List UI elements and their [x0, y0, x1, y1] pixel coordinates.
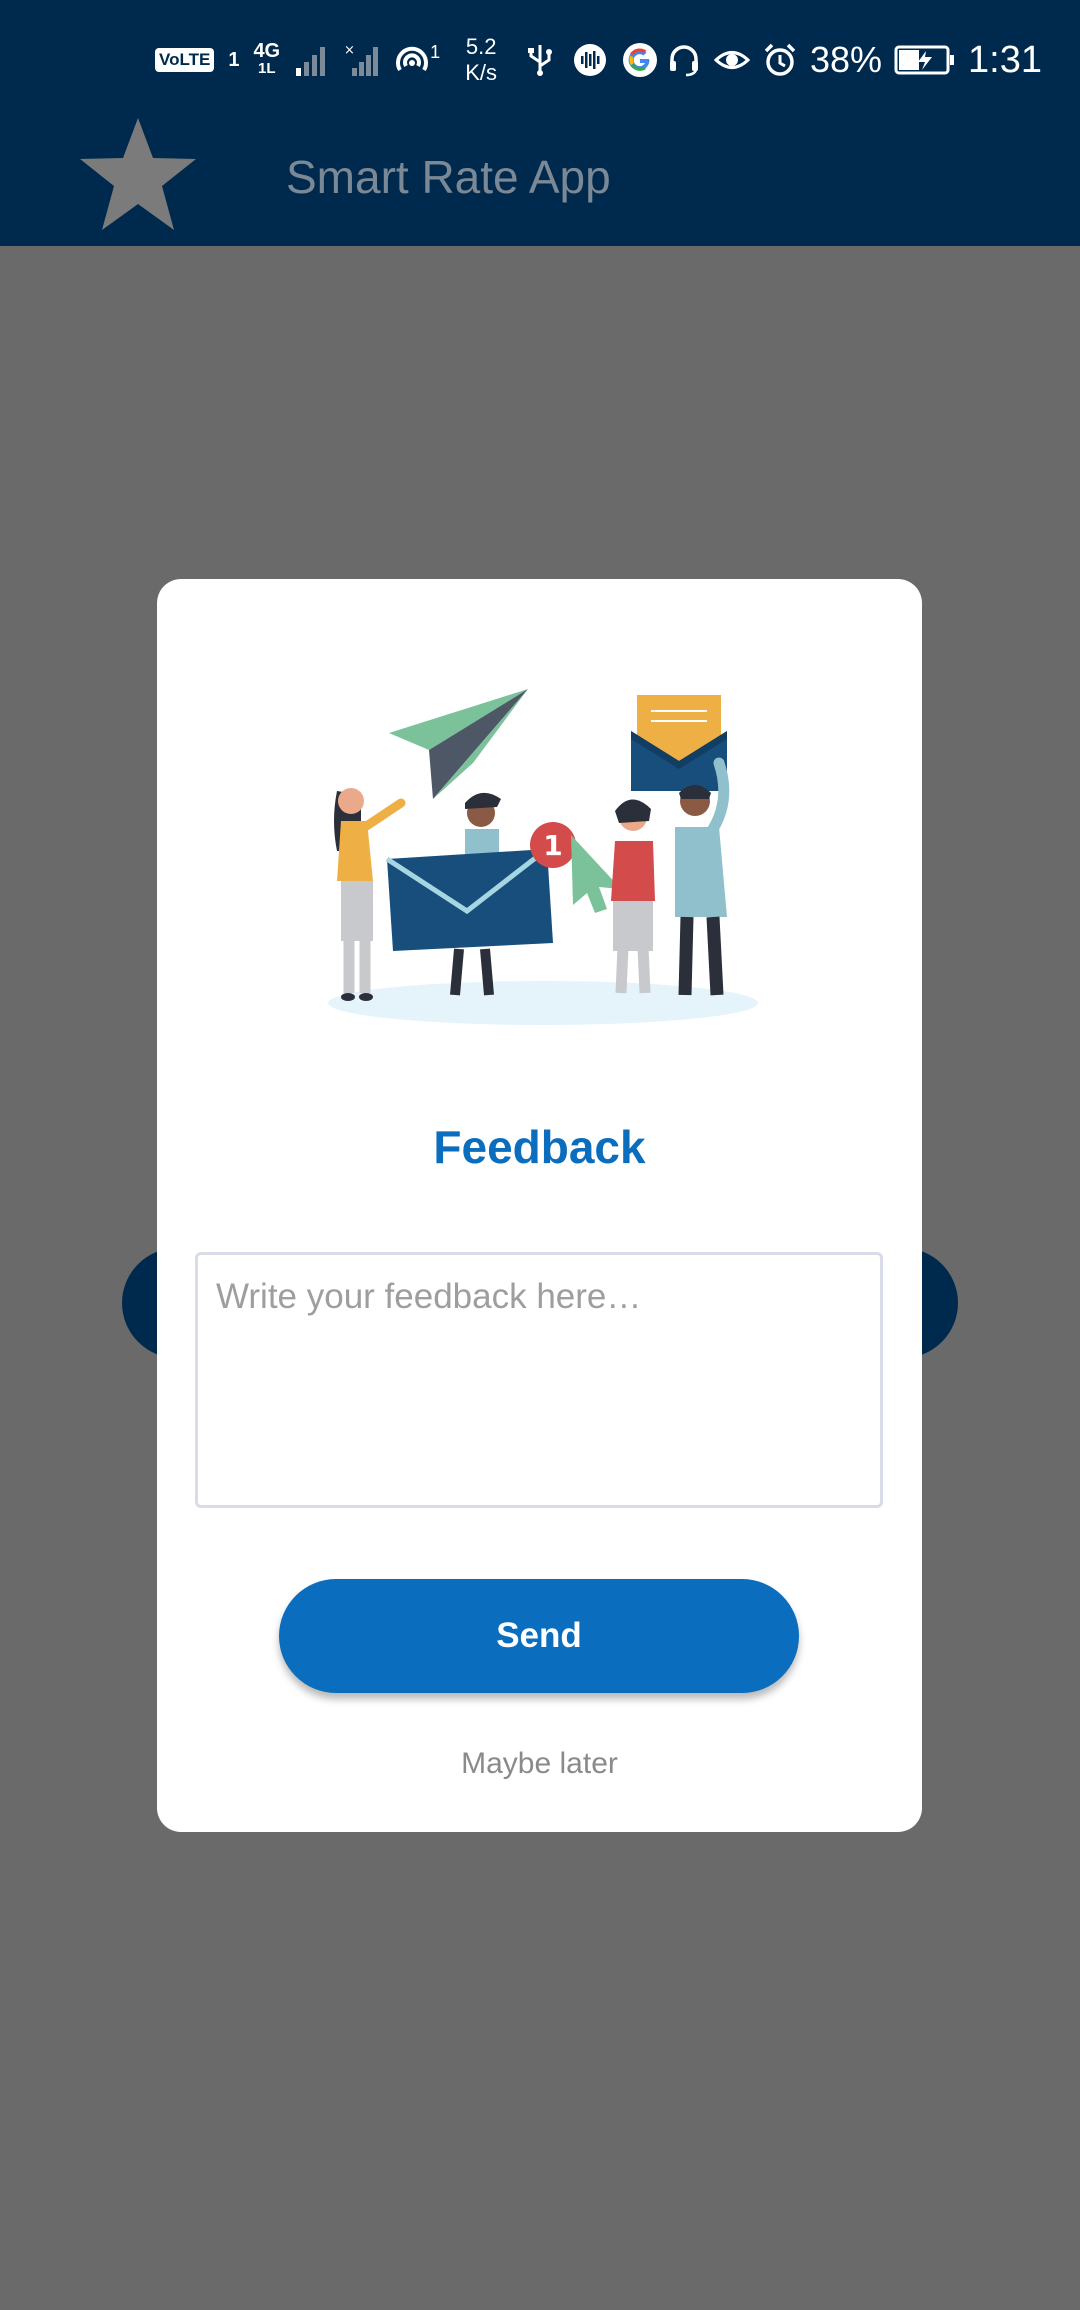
feedback-dialog: 1 Feedback Send Maybe later: [157, 579, 922, 1832]
audio-icon: [574, 44, 607, 76]
top-bar: VoLTE 1 4G 1L × 1 5.2 K/s 38% 1:31 Smart…: [0, 0, 1080, 246]
speed-value: 5.2: [465, 34, 497, 59]
hotspot-count: 1: [430, 42, 441, 62]
feedback-people-illustration: 1: [328, 689, 758, 1025]
maybe-later-link[interactable]: Maybe later: [157, 1746, 922, 1782]
status-left-group: VoLTE 1 4G 1L × 1 5.2 K/s: [155, 30, 658, 90]
status-bar: VoLTE 1 4G 1L × 1 5.2 K/s 38% 1:31: [0, 0, 1080, 120]
signal-no-service-icon: ×: [344, 43, 379, 76]
hotspot-indicator: 1: [394, 42, 440, 78]
send-button[interactable]: Send: [279, 1579, 799, 1693]
volte-badge: VoLTE: [155, 48, 215, 72]
usb-icon: [528, 45, 553, 76]
svg-text:×: ×: [344, 43, 355, 58]
eye-icon: [713, 51, 750, 69]
alarm-icon: [764, 43, 796, 76]
star-icon: [80, 118, 196, 230]
clock: 1:31: [968, 39, 1042, 81]
status-right-group: 38% 1:31: [666, 30, 1042, 90]
google-icon: [623, 43, 658, 77]
network-type: 4G 1L: [253, 40, 281, 78]
signal-icon: [296, 47, 326, 76]
app-title: Smart Rate App: [286, 151, 611, 203]
network-sub-label: 1L: [258, 60, 276, 77]
svg-text:1: 1: [543, 829, 562, 862]
app-bar: Smart Rate App: [0, 118, 1080, 246]
sim1-label: 1: [228, 49, 240, 71]
network-speed: 5.2 K/s: [454, 34, 508, 86]
dialog-title: Feedback: [433, 1121, 646, 1173]
headset-icon: [669, 45, 698, 77]
speed-unit: K/s: [465, 60, 498, 85]
battery-percent: 38%: [809, 39, 883, 80]
network-label: 4G: [253, 40, 281, 62]
battery-icon: [894, 45, 955, 75]
hotspot-icon: [396, 46, 429, 72]
feedback-input[interactable]: [195, 1252, 883, 1508]
